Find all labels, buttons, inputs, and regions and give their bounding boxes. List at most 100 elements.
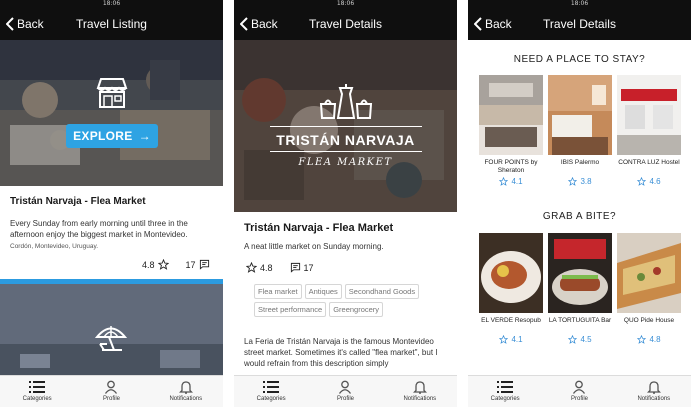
hotel-rating: 4.6 <box>617 177 681 186</box>
tag-list: Flea market Antiques Secondhand Goods St… <box>254 284 444 317</box>
status-time: 18:06 <box>570 0 589 7</box>
tab-notifications-label: Notifications <box>403 396 437 402</box>
hotel-name: CONTRA LUZ Hostel <box>618 159 680 166</box>
restaurant-card[interactable]: QUO Pide House 4.8 <box>617 233 681 344</box>
tab-notifications[interactable]: Notifications <box>617 376 691 407</box>
restaurant-photo <box>617 233 681 313</box>
tab-bar: Categories Profile Notifications <box>234 375 457 407</box>
hotel-name: IBIS Palermo <box>560 159 600 166</box>
rating-value: 4.5 <box>580 335 592 344</box>
back-label: Back <box>251 17 278 31</box>
list-icon <box>263 381 280 393</box>
card-location: Cordón, Montevideo, Uruguay. <box>10 243 99 250</box>
hero-divider <box>270 151 422 152</box>
store-icon <box>96 78 128 108</box>
tag[interactable]: Greengrocery <box>329 302 384 317</box>
travel-places-screen: 18:06 Back Travel Details NEED A PLACE T… <box>468 0 691 407</box>
user-icon <box>573 380 586 394</box>
restaurant-name: QUO Pide House <box>623 317 675 324</box>
back-button[interactable]: Back <box>474 16 512 32</box>
tab-profile[interactable]: Profile <box>542 376 616 407</box>
restaurant-rating: 4.8 <box>617 335 681 344</box>
hotel-rating: 4.1 <box>479 177 543 186</box>
list-icon <box>497 381 514 393</box>
hero-overlay <box>0 40 223 186</box>
restaurant-name: EL VERDE Resopub <box>481 317 541 324</box>
restaurant-photo <box>548 233 612 313</box>
travel-listing-screen: 18:06 Back Travel Listing EXPLORE → Tris… <box>0 0 223 407</box>
tab-profile[interactable]: Profile <box>308 376 382 407</box>
rating-value: 4.1 <box>511 335 523 344</box>
hotel-card[interactable]: FOUR POINTS by Sheraton 4.1 <box>479 75 543 186</box>
restaurant-name: LA TORTUGUITA Bar <box>548 317 612 324</box>
tab-notifications[interactable]: Notifications <box>383 376 457 407</box>
hero-subtitle: FLEA MARKET <box>298 157 393 168</box>
restaurant-card[interactable]: EL VERDE Resopub 4.1 <box>479 233 543 344</box>
tab-categories-label: Categories <box>22 396 52 402</box>
star-icon <box>637 177 647 186</box>
user-icon <box>105 380 118 394</box>
tab-bar: Categories Profile Notifications <box>0 375 223 407</box>
back-label: Back <box>17 17 44 31</box>
back-label: Back <box>485 17 512 31</box>
tab-categories[interactable]: Categories <box>0 376 74 407</box>
restaurant-rating: 4.5 <box>548 335 612 344</box>
hotel-photo <box>617 75 681 155</box>
tab-notifications[interactable]: Notifications <box>149 376 223 407</box>
tab-profile-label: Profile <box>570 396 588 402</box>
comment-icon[interactable] <box>199 259 210 270</box>
tab-categories-label: Categories <box>490 396 520 402</box>
status-bar: 18:06 <box>0 0 223 8</box>
restaurant-card[interactable]: LA TORTUGUITA Bar 4.5 <box>548 233 612 344</box>
star-icon <box>637 335 647 344</box>
tag[interactable]: Street performance <box>254 302 327 317</box>
tab-categories[interactable]: Categories <box>468 376 542 407</box>
nav-bar: Back Travel Details <box>468 8 691 40</box>
stay-heading: NEED A PLACE TO STAY? <box>513 54 646 65</box>
arrow-right-icon: → <box>138 129 151 143</box>
star-icon <box>499 177 509 186</box>
star-icon[interactable] <box>246 262 257 273</box>
bite-heading: GRAB A BITE? <box>542 211 617 222</box>
tab-bar: Categories Profile Notifications <box>468 375 691 407</box>
bell-icon <box>646 381 661 394</box>
restaurant-photo <box>479 233 543 313</box>
bell-icon <box>178 381 193 394</box>
tab-notifications-label: Notifications <box>169 396 203 402</box>
explore-label: EXPLORE <box>73 129 133 143</box>
status-bar: 18:06 <box>468 0 691 8</box>
star-icon <box>568 335 578 344</box>
tab-categories[interactable]: Categories <box>234 376 308 407</box>
tag[interactable]: Secondhand Goods <box>344 284 420 299</box>
explore-button[interactable]: EXPLORE → <box>66 124 158 148</box>
status-time: 18:06 <box>102 0 121 7</box>
status-bar: 18:06 <box>234 0 457 8</box>
card-title[interactable]: Tristán Narvaja - Flea Market <box>10 196 146 207</box>
rating-value: 4.8 <box>142 259 155 270</box>
hero-title: TRISTÁN NARVAJA <box>276 132 415 148</box>
rating-value: 4.8 <box>649 335 661 344</box>
nav-bar: Back Travel Details <box>234 8 457 40</box>
star-icon <box>568 177 578 186</box>
hotel-card[interactable]: IBIS Palermo 3.8 <box>548 75 612 186</box>
back-button[interactable]: Back <box>240 16 278 32</box>
tab-profile-label: Profile <box>102 396 120 402</box>
tag[interactable]: Antiques <box>304 284 342 299</box>
star-icon[interactable] <box>157 259 169 270</box>
place-description: La Feria de Tristán Narvaja is the famou… <box>244 337 438 368</box>
restaurant-rating: 4.1 <box>479 335 543 344</box>
hero-divider <box>270 126 422 127</box>
listing-hero-image[interactable] <box>0 40 223 186</box>
place-tagline: A neat little market on Sunday morning. <box>244 242 384 251</box>
tag[interactable]: Flea market <box>254 284 302 299</box>
hotel-rating: 3.8 <box>548 177 612 186</box>
tab-profile[interactable]: Profile <box>74 376 148 407</box>
card-stats: 4.8 17 <box>142 259 213 270</box>
place-title: Tristán Narvaja - Flea Market <box>244 222 394 234</box>
place-stats: 4.8 17 <box>246 262 314 273</box>
chevron-left-icon <box>6 17 14 31</box>
list-icon <box>29 381 46 393</box>
hotel-card[interactable]: CONTRA LUZ Hostel 4.6 <box>617 75 681 186</box>
back-button[interactable]: Back <box>6 16 44 32</box>
comment-icon[interactable] <box>290 262 301 273</box>
